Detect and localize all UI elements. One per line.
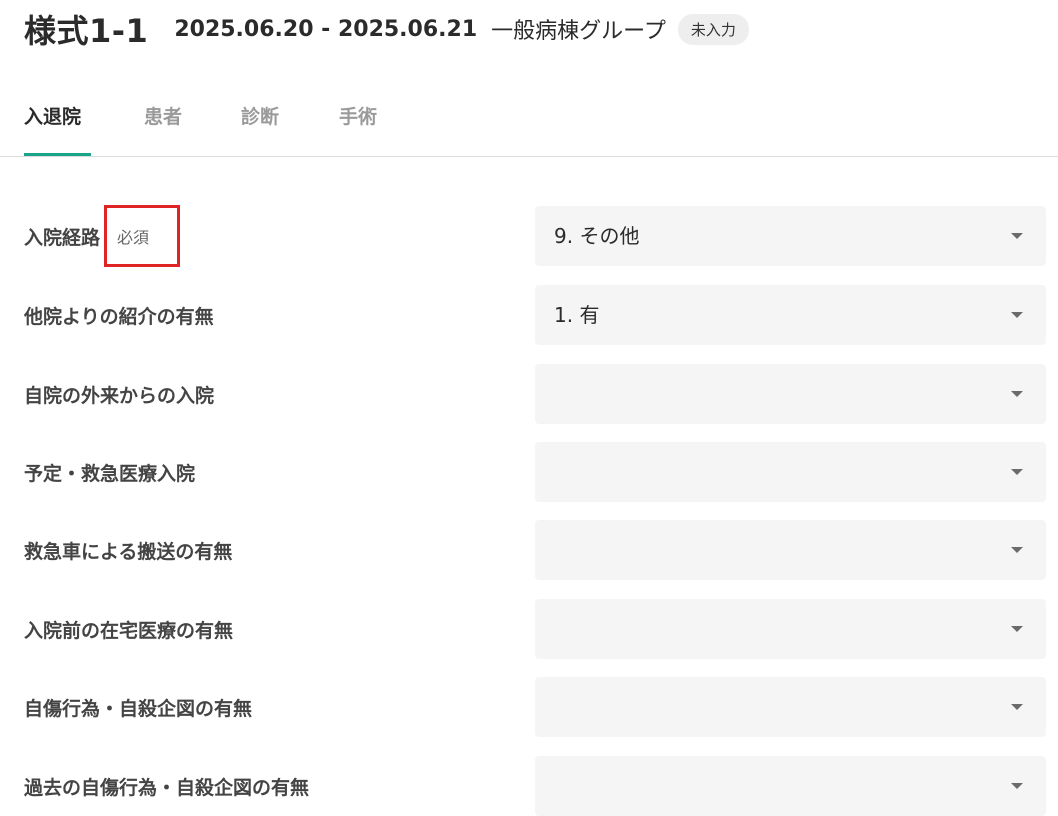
select-value: 1. 有: [554, 303, 600, 327]
dropdown-arrow-icon: [1011, 312, 1023, 318]
form-row-referral: 他院よりの紹介の有無 1. 有: [0, 285, 1058, 345]
field-label-past-self-harm: 過去の自傷行為・自殺企図の有無: [24, 776, 310, 799]
dropdown-arrow-icon: [1011, 547, 1023, 553]
tab-diagnosis[interactable]: 診断: [241, 102, 279, 156]
dropdown-arrow-icon: [1011, 626, 1023, 632]
tab-surgery[interactable]: 手術: [339, 102, 377, 156]
ambulance-select[interactable]: [535, 520, 1046, 580]
past-self-harm-select[interactable]: [535, 756, 1046, 816]
form-row-outpatient-admission: 自院の外来からの入院: [0, 364, 1058, 424]
tab-patient[interactable]: 患者: [144, 102, 182, 156]
self-harm-select[interactable]: [535, 677, 1046, 737]
form-row-self-harm: 自傷行為・自殺企図の有無: [0, 677, 1058, 737]
form-row-past-self-harm: 過去の自傷行為・自殺企図の有無: [0, 756, 1058, 816]
planned-emergency-select[interactable]: [535, 442, 1046, 502]
status-badge: 未入力: [677, 13, 749, 45]
form-row-planned-emergency: 予定・救急医療入院: [0, 442, 1058, 502]
field-label-self-harm: 自傷行為・自殺企図の有無: [24, 697, 253, 720]
field-label-ambulance: 救急車による搬送の有無: [24, 540, 233, 563]
select-value: 9. その他: [554, 224, 640, 248]
field-label-planned-emergency: 予定・救急医療入院: [24, 462, 196, 485]
field-label-home-care: 入院前の在宅医療の有無: [24, 619, 234, 642]
dropdown-arrow-icon: [1011, 233, 1023, 239]
field-label-outpatient-admission: 自院の外来からの入院: [24, 384, 215, 407]
form-row-ambulance: 救急車による搬送の有無: [0, 520, 1058, 580]
dropdown-arrow-icon: [1011, 783, 1023, 789]
form-row-home-care: 入院前の在宅医療の有無: [0, 599, 1058, 659]
required-badge: 必須: [104, 205, 181, 267]
date-range: 2025.06.20 - 2025.06.21: [174, 16, 478, 42]
field-label-admission-route: 入院経路: [24, 226, 101, 249]
home-care-select[interactable]: [535, 599, 1046, 659]
dropdown-arrow-icon: [1011, 469, 1023, 475]
dropdown-arrow-icon: [1011, 391, 1023, 397]
referral-select[interactable]: 1. 有: [535, 285, 1046, 345]
ward-group-name: 一般病棟グループ: [491, 19, 666, 44]
tab-admission-discharge[interactable]: 入退院: [24, 102, 91, 156]
form-row-admission-route: 入院経路 必須 9. その他: [0, 205, 1058, 267]
tab-bar: 入退院 患者 診断 手術: [0, 90, 1058, 157]
page-header: 様式1-1 2025.06.20 - 2025.06.21 一般病棟グループ 未…: [24, 6, 749, 52]
field-label-referral: 他院よりの紹介の有無: [24, 305, 214, 328]
dropdown-arrow-icon: [1011, 704, 1023, 710]
admission-route-select[interactable]: 9. その他: [535, 206, 1046, 266]
page-title: 様式1-1: [24, 12, 149, 50]
outpatient-admission-select[interactable]: [535, 364, 1046, 424]
